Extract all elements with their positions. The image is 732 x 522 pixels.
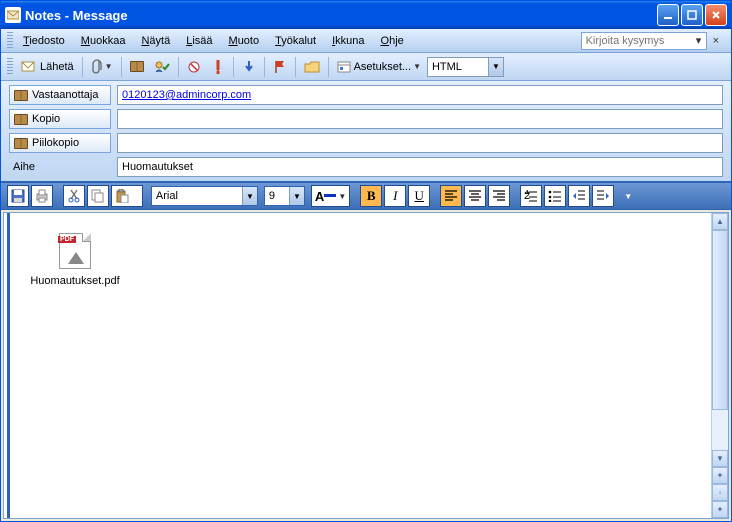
window-title: Notes - Message <box>25 8 657 23</box>
copy-button[interactable] <box>87 185 109 207</box>
book-icon <box>14 138 28 149</box>
font-size-combo[interactable]: ▼ <box>264 186 305 206</box>
font-name-combo[interactable]: ▼ <box>151 186 258 206</box>
font-color-button[interactable]: A▼ <box>311 185 350 207</box>
save-button[interactable] <box>7 185 29 207</box>
menu-window[interactable]: Ikkuna <box>324 33 372 49</box>
pdf-badge: PDF <box>58 236 76 243</box>
bullet-list-button[interactable] <box>544 185 566 207</box>
subject-label: Aihe <box>9 159 111 175</box>
minimize-button[interactable] <box>657 4 679 26</box>
body-area: PDF Huomautukset.pdf ▲ ▼ ✦ ◦ ✦ <box>3 212 729 519</box>
format-combo[interactable]: ▼ <box>427 57 504 77</box>
bcc-label: Piilokopio <box>32 137 79 149</box>
subject-field[interactable] <box>117 157 723 177</box>
menu-edit[interactable]: Muokkaa <box>73 33 134 49</box>
app-icon <box>5 7 21 23</box>
permission-button[interactable] <box>183 56 205 78</box>
toolbar-send: Lähetä ▼ Asetukset... ▼ ▼ <box>1 53 731 81</box>
message-body[interactable]: PDF Huomautukset.pdf <box>10 213 711 518</box>
ask-dropdown-icon[interactable]: ▾ <box>692 34 706 47</box>
toolbar-overflow-button[interactable]: ▼ <box>616 185 638 207</box>
chevron-down-icon[interactable]: ▼ <box>242 187 257 205</box>
close-button[interactable] <box>705 4 727 26</box>
attachment-item[interactable]: PDF Huomautukset.pdf <box>30 233 120 287</box>
prev-page-button[interactable]: ✦ <box>712 467 728 484</box>
format-combo-input[interactable] <box>428 58 488 76</box>
address-book-button[interactable] <box>126 56 148 78</box>
scroll-up-button[interactable]: ▲ <box>712 213 728 230</box>
align-left-button[interactable] <box>440 185 462 207</box>
importance-low-button[interactable] <box>238 56 260 78</box>
cc-button[interactable]: Kopio <box>9 109 111 129</box>
vertical-scrollbar[interactable]: ▲ ▼ ✦ ◦ ✦ <box>711 213 728 518</box>
book-icon <box>14 90 28 101</box>
chevron-down-icon[interactable]: ▼ <box>289 187 304 205</box>
book-icon <box>14 114 28 125</box>
to-field[interactable] <box>117 85 723 105</box>
pdf-icon: PDF <box>59 233 91 269</box>
attachment-filename: Huomautukset.pdf <box>30 275 119 287</box>
grip-icon[interactable] <box>7 32 13 50</box>
cut-button[interactable] <box>63 185 85 207</box>
menu-tools[interactable]: Työkalut <box>267 33 324 49</box>
attach-button[interactable]: ▼ <box>87 56 117 78</box>
chevron-down-icon[interactable]: ▼ <box>488 58 503 76</box>
send-label: Lähetä <box>40 61 74 73</box>
check-names-button[interactable] <box>150 56 174 78</box>
flag-button[interactable] <box>269 56 291 78</box>
titlebar[interactable]: Notes - Message <box>1 1 731 29</box>
cc-label: Kopio <box>32 113 60 125</box>
options-button[interactable]: Asetukset... ▼ <box>333 56 425 78</box>
menu-insert[interactable]: Lisää <box>178 33 220 49</box>
to-label: Vastaanottaja <box>32 89 98 101</box>
importance-high-button[interactable] <box>207 56 229 78</box>
italic-button[interactable]: I <box>384 185 406 207</box>
folder-button[interactable] <box>300 56 324 78</box>
maximize-button[interactable] <box>681 4 703 26</box>
email-headers: Vastaanottaja Kopio Piilokopio Aihe <box>1 81 731 182</box>
align-right-button[interactable] <box>488 185 510 207</box>
menu-format[interactable]: Muoto <box>221 33 268 49</box>
next-page-button[interactable]: ✦ <box>712 501 728 518</box>
toolbar-format: ▼ ▼ ▼ A▼ B I U 12 ▼ <box>1 182 731 210</box>
close-ask-button[interactable]: × <box>707 35 725 47</box>
window: Notes - Message Tiedosto Muokkaa Näytä L… <box>0 0 732 522</box>
bcc-button[interactable]: Piilokopio <box>9 133 111 153</box>
bold-button[interactable]: B <box>360 185 382 207</box>
print-button[interactable] <box>31 185 53 207</box>
menu-help[interactable]: Ohje <box>373 33 412 49</box>
grip-icon[interactable] <box>7 58 13 76</box>
cc-field[interactable] <box>117 109 723 129</box>
send-button[interactable]: Lähetä <box>17 56 78 78</box>
align-center-button[interactable] <box>464 185 486 207</box>
menu-view[interactable]: Näytä <box>133 33 178 49</box>
to-button[interactable]: Vastaanottaja <box>9 85 111 105</box>
outdent-button[interactable] <box>568 185 590 207</box>
indent-button[interactable] <box>592 185 614 207</box>
bcc-field[interactable] <box>117 133 723 153</box>
paste-button[interactable]: ▼ <box>111 185 143 207</box>
numbered-list-button[interactable]: 12 <box>520 185 542 207</box>
options-label: Asetukset... <box>354 61 411 73</box>
browse-object-button[interactable]: ◦ <box>712 484 728 501</box>
menu-file[interactable]: Tiedosto <box>15 33 73 49</box>
underline-button[interactable]: U <box>408 185 430 207</box>
scroll-thumb[interactable] <box>712 230 728 410</box>
font-size-input[interactable] <box>265 187 289 205</box>
menubar: Tiedosto Muokkaa Näytä Lisää Muoto Työka… <box>1 29 731 53</box>
scroll-down-button[interactable]: ▼ <box>712 450 728 467</box>
ask-question-input[interactable] <box>582 33 692 49</box>
ask-question-box[interactable]: ▾ <box>581 32 707 50</box>
font-name-input[interactable] <box>152 187 242 205</box>
